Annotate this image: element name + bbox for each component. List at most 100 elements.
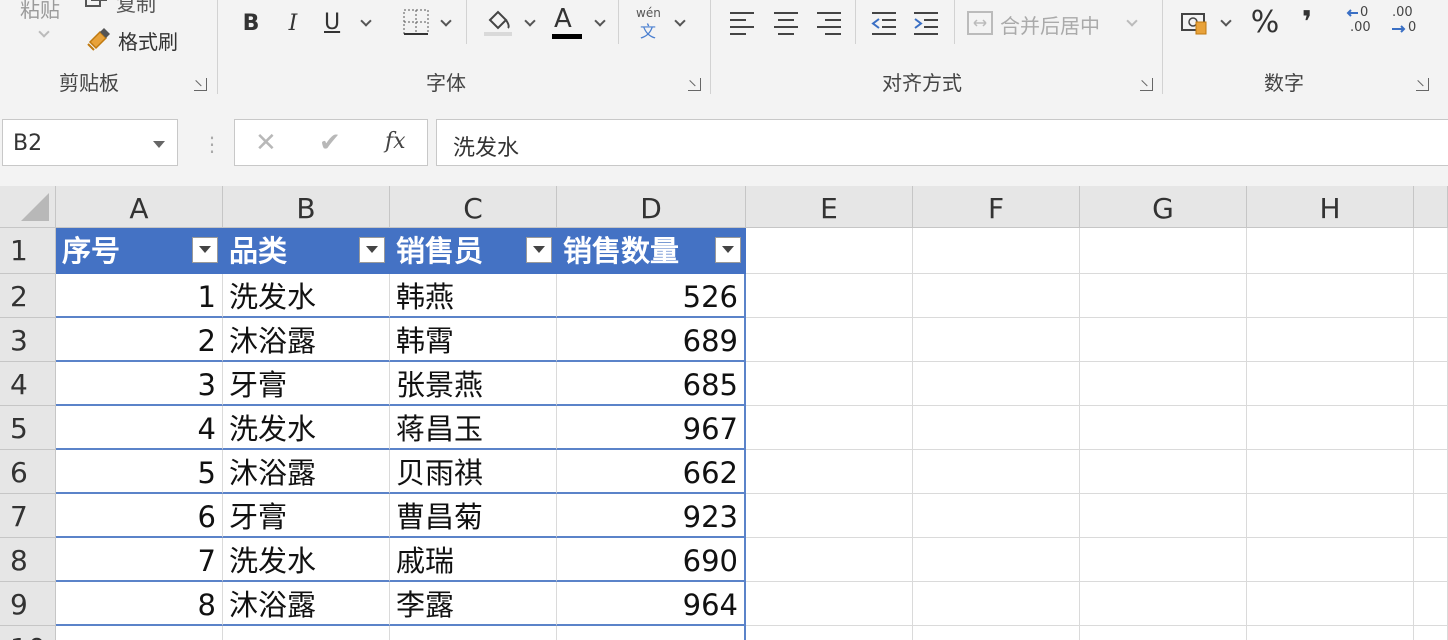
cell[interactable] [1414,274,1448,318]
cell[interactable] [913,538,1080,582]
increase-decimal-button[interactable]: 0 .00 [1346,6,1382,38]
cell[interactable] [1414,228,1448,274]
font-color-button[interactable]: A [550,4,610,40]
row-header-2[interactable]: 2 [0,274,56,318]
percent-button[interactable]: % [1248,2,1282,42]
cell[interactable] [746,274,913,318]
cell[interactable] [913,450,1080,494]
increase-indent-icon[interactable] [912,10,940,36]
table-cell[interactable]: 690 [557,538,746,582]
table-cell[interactable] [390,626,557,640]
table-cell[interactable] [557,626,746,640]
filter-dropdown-icon[interactable] [359,237,385,263]
cell[interactable] [746,582,913,626]
align-center-icon[interactable] [772,10,800,36]
cell[interactable] [913,494,1080,538]
table-cell[interactable]: 洗发水 [223,538,390,582]
cell[interactable] [1414,450,1448,494]
cell[interactable] [1414,494,1448,538]
merge-center-button[interactable]: 合并后居中 [966,6,1146,40]
italic-button[interactable]: I [280,8,306,38]
table-cell[interactable]: 662 [557,450,746,494]
table-cell[interactable]: 3 [56,362,223,406]
table-cell[interactable]: 张景燕 [390,362,557,406]
cell[interactable] [1247,318,1414,362]
row-header-8[interactable]: 8 [0,538,56,582]
table-cell[interactable]: 8 [56,582,223,626]
filter-dropdown-icon[interactable] [526,237,552,263]
table-cell[interactable]: 戚瑞 [390,538,557,582]
row-header-4[interactable]: 4 [0,362,56,406]
cell[interactable] [1247,406,1414,450]
table-cell[interactable]: 923 [557,494,746,538]
cell[interactable] [913,406,1080,450]
cell[interactable] [1080,582,1247,626]
accounting-format-button[interactable] [1180,6,1236,40]
table-cell[interactable]: 沐浴露 [223,318,390,362]
alignment-launcher-icon[interactable] [1140,78,1153,91]
table-cell[interactable]: 4 [56,406,223,450]
borders-button[interactable] [400,8,458,38]
bold-button[interactable]: B [238,8,264,38]
table-cell[interactable]: 7 [56,538,223,582]
table-cell[interactable]: 689 [557,318,746,362]
cell[interactable] [913,274,1080,318]
table-cell[interactable]: 沐浴露 [223,450,390,494]
cancel-icon[interactable]: ✕ [255,128,277,158]
copy-button[interactable]: 复制 [84,0,174,16]
cell[interactable] [746,228,913,274]
cell[interactable] [746,318,913,362]
cell[interactable] [1247,450,1414,494]
table-header-cell[interactable]: 销售数量 [557,228,746,274]
cell[interactable] [1414,626,1448,640]
phonetic-button[interactable]: wén 文 [632,4,692,41]
cell[interactable] [1080,318,1247,362]
filter-dropdown-icon[interactable] [192,237,218,263]
row-header-5[interactable]: 5 [0,406,56,450]
fill-color-button[interactable] [482,6,540,38]
cell[interactable] [1080,450,1247,494]
column-header-e[interactable]: E [746,186,913,228]
cell[interactable] [913,362,1080,406]
cell[interactable] [913,318,1080,362]
align-right-icon[interactable] [815,10,843,36]
dropdown-arrow-icon[interactable] [153,141,165,148]
name-box[interactable]: B2 [2,119,178,166]
cell[interactable] [1414,406,1448,450]
cell[interactable] [1080,538,1247,582]
decrease-indent-icon[interactable] [870,10,898,36]
cell[interactable] [1414,582,1448,626]
column-header-b[interactable]: B [223,186,390,228]
table-cell[interactable]: 685 [557,362,746,406]
decrease-decimal-button[interactable]: .00 0 [1390,6,1426,38]
insert-function-button[interactable]: fx [385,129,406,154]
column-header-f[interactable]: F [913,186,1080,228]
paste-button[interactable]: 粘贴 [14,0,74,50]
table-cell[interactable]: 526 [557,274,746,318]
row-header-3[interactable]: 3 [0,318,56,362]
table-cell[interactable]: 洗发水 [223,406,390,450]
cell[interactable] [1080,228,1247,274]
cell[interactable] [1080,362,1247,406]
font-launcher-icon[interactable] [688,78,701,91]
cell[interactable] [1414,318,1448,362]
cell[interactable] [746,626,913,640]
table-cell[interactable]: 牙膏 [223,362,390,406]
row-header-6[interactable]: 6 [0,450,56,494]
cell[interactable] [1247,626,1414,640]
table-cell[interactable]: 牙膏 [223,494,390,538]
table-cell[interactable]: 蒋昌玉 [390,406,557,450]
table-header-cell[interactable]: 序号 [56,228,223,274]
table-cell[interactable]: 李露 [390,582,557,626]
table-cell[interactable]: 967 [557,406,746,450]
number-launcher-icon[interactable] [1416,78,1429,91]
cell[interactable] [746,538,913,582]
column-header-g[interactable]: G [1080,186,1247,228]
table-cell[interactable]: 5 [56,450,223,494]
filter-dropdown-icon[interactable] [715,237,741,263]
cell[interactable] [1247,274,1414,318]
table-cell[interactable]: 贝雨祺 [390,450,557,494]
table-cell[interactable] [223,626,390,640]
column-header-c[interactable]: C [390,186,557,228]
comma-style-button[interactable]: ❜ [1294,2,1320,42]
